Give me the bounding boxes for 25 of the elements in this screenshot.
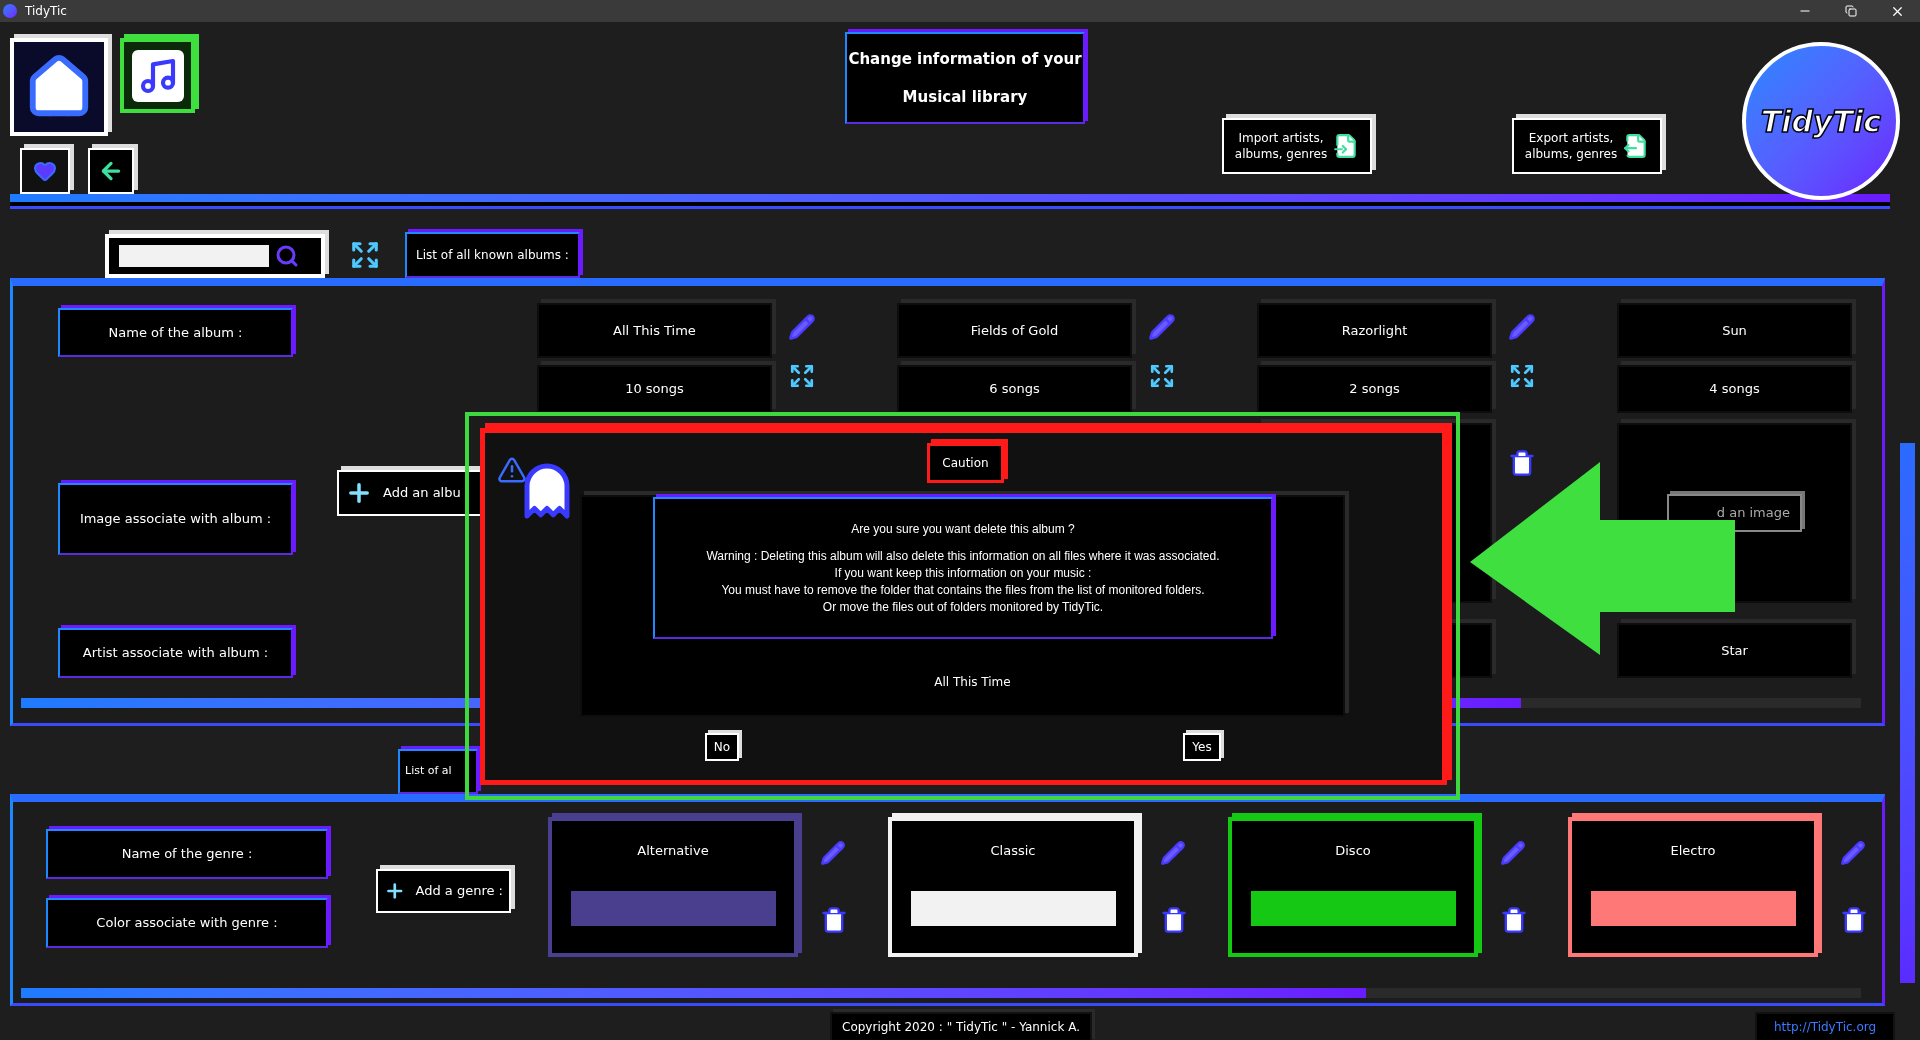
- field-label: Name of the album :: [58, 308, 293, 357]
- genre-name: Classic: [990, 842, 1036, 860]
- message-line: Are you sure you want delete this album ?: [851, 520, 1075, 538]
- window-title: TidyTic: [25, 3, 67, 20]
- message-line: Or move the files out of folders monitored by TidyTic.: [822, 598, 1104, 616]
- genre-name: Electro: [1670, 842, 1716, 860]
- message-line: Warning : Deleting this album will also delete this information on all files where it was associated.: [706, 547, 1220, 565]
- genres-tab[interactable]: List of al: [398, 749, 478, 794]
- field-label: Color associate with genre :: [46, 898, 328, 948]
- album-to-delete: All This Time: [933, 674, 1012, 691]
- message-line: If you want keep this information on your music :: [834, 564, 1092, 582]
- page-title-line: Change information of your: [848, 48, 1082, 70]
- albums-tab[interactable]: List of all known albums :: [405, 232, 580, 278]
- field-label: Image associate with album :: [58, 483, 293, 555]
- website-link[interactable]: http://TidyTic.org: [1755, 1012, 1895, 1040]
- genre-name: Alternative: [637, 842, 709, 860]
- message-line: You must have to remove the folder that contains the files from the list of monitored folders.: [721, 581, 1205, 599]
- genre-name: Disco: [1335, 842, 1371, 860]
- yes-button[interactable]: Yes: [1183, 733, 1221, 761]
- page-title-line: Musical library: [902, 86, 1028, 108]
- copyright-text: Copyright 2020 : " TidyTic " - Yannick A.: [830, 1012, 1092, 1040]
- field-label: Artist associate with album :: [58, 628, 293, 678]
- no-button[interactable]: No: [705, 733, 739, 761]
- field-label: Name of the genre :: [46, 829, 328, 879]
- logo-text: TidyTic: [1760, 102, 1882, 141]
